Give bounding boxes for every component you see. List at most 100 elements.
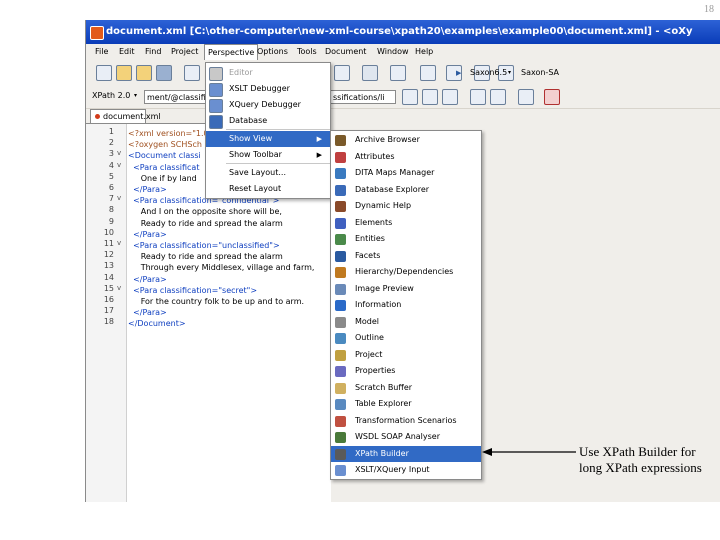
menu-item-xquery-debugger[interactable]: XQuery Debugger bbox=[206, 97, 330, 113]
view-item-properties[interactable]: Properties bbox=[331, 363, 481, 380]
menu-options[interactable]: Options bbox=[254, 44, 291, 60]
view-item-outline[interactable]: Outline bbox=[331, 330, 481, 347]
menu-item-label: XQuery Debugger bbox=[229, 100, 301, 109]
oxygen-app-icon bbox=[90, 26, 104, 40]
format-icon[interactable] bbox=[390, 65, 406, 81]
validate-icon[interactable] bbox=[334, 65, 350, 81]
code-line: <Para classificat bbox=[128, 162, 200, 172]
new-file-icon[interactable] bbox=[96, 65, 112, 81]
play-icon[interactable]: ▶ bbox=[456, 67, 461, 79]
menu-window[interactable]: Window bbox=[374, 44, 412, 60]
model-icon bbox=[335, 316, 346, 328]
menu-item-save-layout[interactable]: Save Layout... bbox=[206, 165, 330, 181]
run-dropdown-icon[interactable]: ▾ bbox=[508, 67, 511, 79]
print-icon[interactable] bbox=[184, 65, 200, 81]
code-line: <?oxygen SCHSch bbox=[128, 140, 202, 150]
view-item-label: XPath Builder bbox=[355, 448, 409, 458]
code-line: <Para classification="secret"> bbox=[128, 285, 258, 295]
tools-icon[interactable] bbox=[470, 89, 486, 105]
debug-icon[interactable] bbox=[422, 89, 438, 105]
view-item-image-preview[interactable]: Image Preview bbox=[331, 281, 481, 298]
show-view-submenu: Archive Browser Attributes DITA Maps Manag… bbox=[330, 130, 482, 480]
outline-icon bbox=[335, 333, 346, 344]
processor-label[interactable]: Saxon-SA bbox=[521, 67, 559, 79]
view-item-label: Archive Browser bbox=[355, 135, 420, 144]
view-item-elements[interactable]: Elements bbox=[331, 215, 481, 232]
view-item-label: Attributes bbox=[355, 151, 395, 161]
check-icon[interactable] bbox=[442, 89, 458, 105]
tab-document-xml[interactable]: document.xml bbox=[90, 109, 161, 123]
view-item-information[interactable]: Information bbox=[331, 297, 481, 314]
view-item-label: Information bbox=[355, 300, 402, 309]
xpath-run-icon[interactable] bbox=[402, 89, 418, 105]
view-item-dynamic-help[interactable]: Dynamic Help bbox=[331, 198, 481, 215]
xquery-debugger-icon bbox=[209, 99, 223, 113]
menu-project[interactable]: Project bbox=[168, 44, 201, 60]
menu-help[interactable]: Help bbox=[412, 44, 436, 60]
scratch-buffer-icon bbox=[335, 382, 346, 394]
menu-item-reset-layout[interactable]: Reset Layout bbox=[206, 181, 330, 197]
view-item-scratch-buffer[interactable]: Scratch Buffer bbox=[331, 380, 481, 397]
view-item-label: Properties bbox=[355, 366, 396, 375]
xpath-version-label[interactable]: XPath 2.0 bbox=[92, 90, 130, 102]
view-item-entities[interactable]: Entities bbox=[331, 231, 481, 248]
view-item-facets[interactable]: Facets bbox=[331, 248, 481, 265]
annotation-arrow bbox=[482, 448, 576, 456]
view-item-archive-browser[interactable]: Archive Browser bbox=[331, 132, 481, 149]
editor-icon bbox=[209, 67, 223, 81]
wsdl-soap-analyser-icon bbox=[335, 432, 346, 443]
compare-icon[interactable] bbox=[362, 65, 378, 81]
menu-bar: File Edit Find Project Perspective Options Too… bbox=[86, 44, 720, 60]
xpath-builder-icon bbox=[335, 448, 346, 460]
view-item-table-explorer[interactable]: Table Explorer bbox=[331, 396, 481, 413]
code-line: <Document classi bbox=[128, 151, 201, 161]
menu-item-label: XSLT Debugger bbox=[229, 84, 290, 93]
xslt-debugger-icon bbox=[209, 83, 223, 97]
menu-perspective[interactable]: Perspective bbox=[204, 44, 259, 60]
menu-item-editor[interactable]: Editor bbox=[206, 65, 330, 81]
view-item-project[interactable]: Project bbox=[331, 347, 481, 364]
menu-item-show-view[interactable]: Show View ▶ bbox=[206, 131, 330, 147]
menu-item-xslt-debugger[interactable]: XSLT Debugger bbox=[206, 81, 330, 97]
image-preview-icon bbox=[335, 283, 346, 295]
view-item-dita-maps-manager[interactable]: DITA Maps Manager bbox=[331, 165, 481, 182]
run-config-label[interactable]: Saxon6.5 bbox=[470, 67, 507, 79]
code-line: </Para> bbox=[128, 308, 167, 318]
menu-find[interactable]: Find bbox=[142, 44, 164, 60]
view-item-label: Image Preview bbox=[355, 283, 414, 293]
xpath-expression-input[interactable]: ment/@classifica bbox=[144, 90, 206, 104]
transform-icon[interactable] bbox=[518, 89, 534, 105]
view-item-label: Outline bbox=[355, 333, 384, 342]
spellcheck-icon[interactable] bbox=[490, 89, 506, 105]
stop-icon[interactable] bbox=[544, 89, 560, 105]
menu-item-database[interactable]: Database bbox=[206, 113, 330, 129]
menu-file[interactable]: File bbox=[92, 44, 111, 60]
view-item-xpath-builder[interactable]: XPath Builder bbox=[331, 445, 481, 462]
view-item-label: Table Explorer bbox=[355, 399, 412, 408]
save-icon[interactable] bbox=[156, 65, 172, 81]
menu-item-show-toolbar[interactable]: Show Toolbar ▶ bbox=[206, 147, 330, 163]
menu-edit[interactable]: Edit bbox=[116, 44, 138, 60]
code-line: For the country folk to be up and to arm… bbox=[128, 297, 305, 306]
attributes-icon bbox=[335, 151, 346, 163]
view-item-database-explorer[interactable]: Database Explorer bbox=[331, 182, 481, 199]
xpath-version-dropdown-icon[interactable]: ▾ bbox=[134, 90, 137, 102]
xpath-expression-input-right[interactable]: ssifications/li bbox=[330, 90, 396, 104]
open-url-icon[interactable] bbox=[136, 65, 152, 81]
view-item-transformation-scenarios[interactable]: Transformation Scenarios bbox=[331, 413, 481, 430]
view-item-label: Model bbox=[355, 316, 380, 326]
perspective-menu: Editor XSLT Debugger XQuery Debugger Databa… bbox=[205, 62, 331, 199]
open-folder-icon[interactable] bbox=[116, 65, 132, 81]
code-line: Ready to ride and spread the alarm bbox=[128, 252, 283, 262]
view-item-hierarchy-dependencies[interactable]: Hierarchy/Dependencies bbox=[331, 264, 481, 281]
properties-icon bbox=[335, 366, 346, 377]
facets-icon bbox=[335, 250, 346, 262]
view-item-xslt-xquery-input[interactable]: XSLT/XQuery Input bbox=[331, 462, 481, 479]
menu-document[interactable]: Document bbox=[322, 44, 369, 60]
view-item-wsdl-soap-analyser[interactable]: WSDL SOAP Analyser bbox=[331, 429, 481, 446]
view-item-attributes[interactable]: Attributes bbox=[331, 149, 481, 166]
view-item-model[interactable]: Model bbox=[331, 314, 481, 331]
menu-tools[interactable]: Tools bbox=[294, 44, 320, 60]
xml-schema-icon[interactable] bbox=[420, 65, 436, 81]
submenu-arrow-icon: ▶ bbox=[316, 135, 322, 143]
